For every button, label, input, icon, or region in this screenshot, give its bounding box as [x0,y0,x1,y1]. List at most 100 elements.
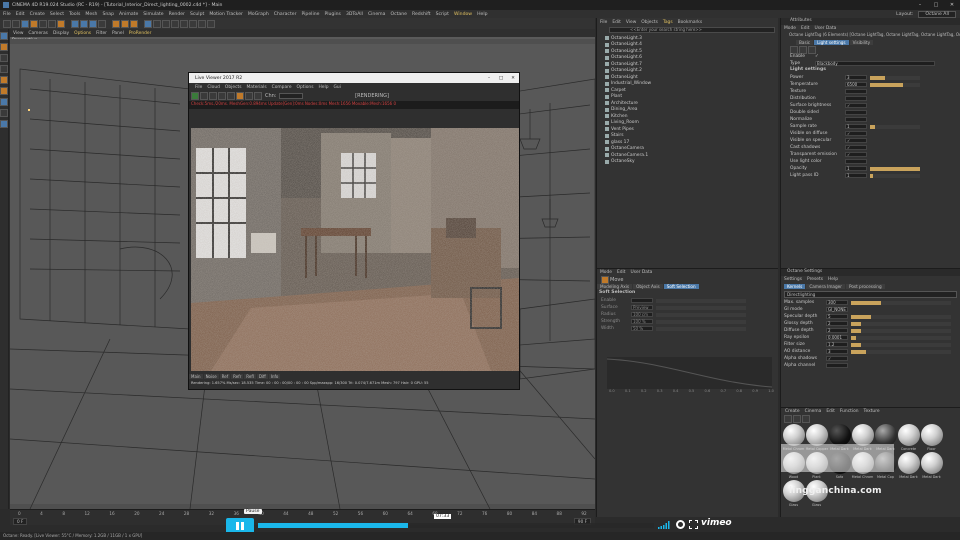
menu-redshift[interactable]: Redshift [412,12,431,17]
live-viewer-minimize-icon[interactable]: – [483,76,495,81]
octane-setting-slider[interactable] [851,321,951,326]
om-menu-bookmarks[interactable]: Bookmarks [678,20,703,25]
attr-row-value[interactable]: 3 [845,75,867,80]
mode-menu-user-data[interactable]: User Data [630,270,652,275]
attr-row-type[interactable]: Type Blackbody [790,60,960,67]
octane-setting-row[interactable]: Glossy depth 2 [784,320,960,327]
lv-tab-main[interactable]: Main [189,374,203,379]
octane-setting-slider[interactable] [851,335,951,340]
rotate-tool-icon[interactable] [48,19,56,28]
octane-setting-value[interactable] [826,363,848,368]
menu-tools[interactable]: Tools [69,12,80,17]
texture-mode-icon[interactable] [0,54,8,62]
octane-setting-value[interactable]: 5 [826,314,848,319]
render-view-icon[interactable] [112,19,120,28]
om-menu-file[interactable]: File [600,20,607,25]
soft-selection-slider[interactable] [656,319,746,324]
attr-row-value[interactable] [845,117,867,122]
camera-icon[interactable] [198,19,206,28]
menu-sculpt[interactable]: Sculpt [190,12,204,17]
live-viewer-maximize-icon[interactable]: □ [495,76,507,81]
octane-setting-value[interactable]: ✓ [826,356,848,361]
lv-menu-objects[interactable]: Objects [225,85,242,90]
attr-row-value[interactable] [845,159,867,164]
new-panel-icon[interactable] [808,45,816,54]
coord-system-icon[interactable] [98,19,106,28]
attr-row[interactable]: Sample rate 1 [790,123,960,130]
attr-row[interactable]: Cast shadows ✓ [790,144,960,151]
soft-selection-value[interactable]: 100 cm [631,312,653,317]
menu-create[interactable]: Create [30,12,45,17]
octane-setting-row[interactable]: GI mode GI_NONE [784,306,960,313]
menu-pipeline[interactable]: Pipeline [301,12,319,17]
attr-row-value[interactable] [845,96,867,101]
attr-row-slider[interactable] [870,124,920,129]
octane-setting-value[interactable]: 1.2 [826,342,848,347]
om-menu-view[interactable]: View [626,20,636,25]
attr-menu-user-data[interactable]: User Data [814,26,836,31]
scale-tool-icon[interactable] [39,19,47,28]
menu-file[interactable]: File [3,12,11,17]
y-axis-icon[interactable] [80,19,88,28]
soft-selection-row[interactable]: Radius 100 cm [601,311,778,318]
attr-row[interactable]: Distribution [790,95,960,102]
om-menu-tags[interactable]: Tags [663,20,673,25]
axis-mode-icon[interactable] [0,120,8,128]
attr-row-slider[interactable] [870,75,920,80]
lv-tab-info[interactable]: Info [268,374,281,379]
attr-row[interactable]: Power 3 [790,74,960,81]
octane-setting-row[interactable]: Alpha shadows ✓ [784,355,960,362]
octane-setting-slider[interactable] [851,349,951,354]
octane-setting-row[interactable]: Max. samples 300 [784,299,960,306]
lv-tab-noise[interactable]: Noise [203,374,219,379]
attr-row[interactable]: Opacity 1 [790,165,960,172]
os-tab-camera-imager[interactable]: Camera Imager [806,284,845,289]
lv-tab-refr[interactable]: Refr [231,374,244,379]
os-menu-settings[interactable]: Settings [784,277,802,282]
edges-mode-icon[interactable] [0,87,8,95]
soft-selection-row[interactable]: Surface Preview [601,304,778,311]
redo-icon[interactable] [12,19,20,28]
octane-setting-value[interactable]: 0.0001 [826,335,848,340]
render-picture-viewer-icon[interactable] [121,19,129,28]
viewport-menu-filter[interactable]: Filter [96,31,107,36]
lv-tab-refl[interactable]: Refl [244,374,256,379]
lv-region-icon[interactable] [245,92,253,100]
attr-row-value[interactable] [845,110,867,115]
attr-row[interactable]: Light pass ID 1 [790,172,960,179]
menu-mesh[interactable]: Mesh [85,12,97,17]
menu-animate[interactable]: Animate [119,12,138,17]
lv-lock-icon[interactable] [236,92,244,100]
cube-icon[interactable] [144,19,152,28]
lv-menu-file[interactable]: File [195,85,202,90]
attr-row[interactable]: Double sided [790,109,960,116]
lv-send-scene-icon[interactable] [191,92,199,100]
octane-setting-row[interactable]: Alpha channel [784,362,960,369]
soft-selection-value[interactable]: 100 % [631,319,653,324]
attr-row-slider[interactable] [870,173,920,178]
lv-pause-icon[interactable] [209,92,217,100]
undo-icon[interactable] [3,19,11,28]
lv-menu-materials[interactable]: Materials [247,85,267,90]
soft-selection-slider[interactable] [656,298,746,303]
menu-snap[interactable]: Snap [102,12,114,17]
model-mode-icon[interactable] [0,43,8,51]
attr-row-slider[interactable] [870,82,920,87]
om-menu-edit[interactable]: Edit [612,20,621,25]
z-axis-icon[interactable] [89,19,97,28]
lv-menu-options[interactable]: Options [297,85,314,90]
back-icon[interactable] [790,45,798,54]
mat-new-icon[interactable] [784,415,792,423]
menu-edit[interactable]: Edit [16,12,25,17]
mode-tab-modeling-axis[interactable]: Modeling Axis [597,284,633,289]
attr-row-enable[interactable]: Enable ✓ [790,53,960,60]
recent-tool-icon[interactable] [57,19,65,28]
close-icon[interactable]: ✕ [944,2,960,8]
attr-row-value[interactable]: ✓ [845,138,867,143]
os-tab-kernels[interactable]: Kernels [784,284,806,289]
lv-save-icon[interactable] [254,92,262,100]
lv-menu-help[interactable]: Help [319,85,329,90]
viewport-menu-panel[interactable]: Panel [112,31,124,36]
floor-icon[interactable] [189,19,197,28]
material-swatch[interactable]: Metal Dark [920,451,943,479]
